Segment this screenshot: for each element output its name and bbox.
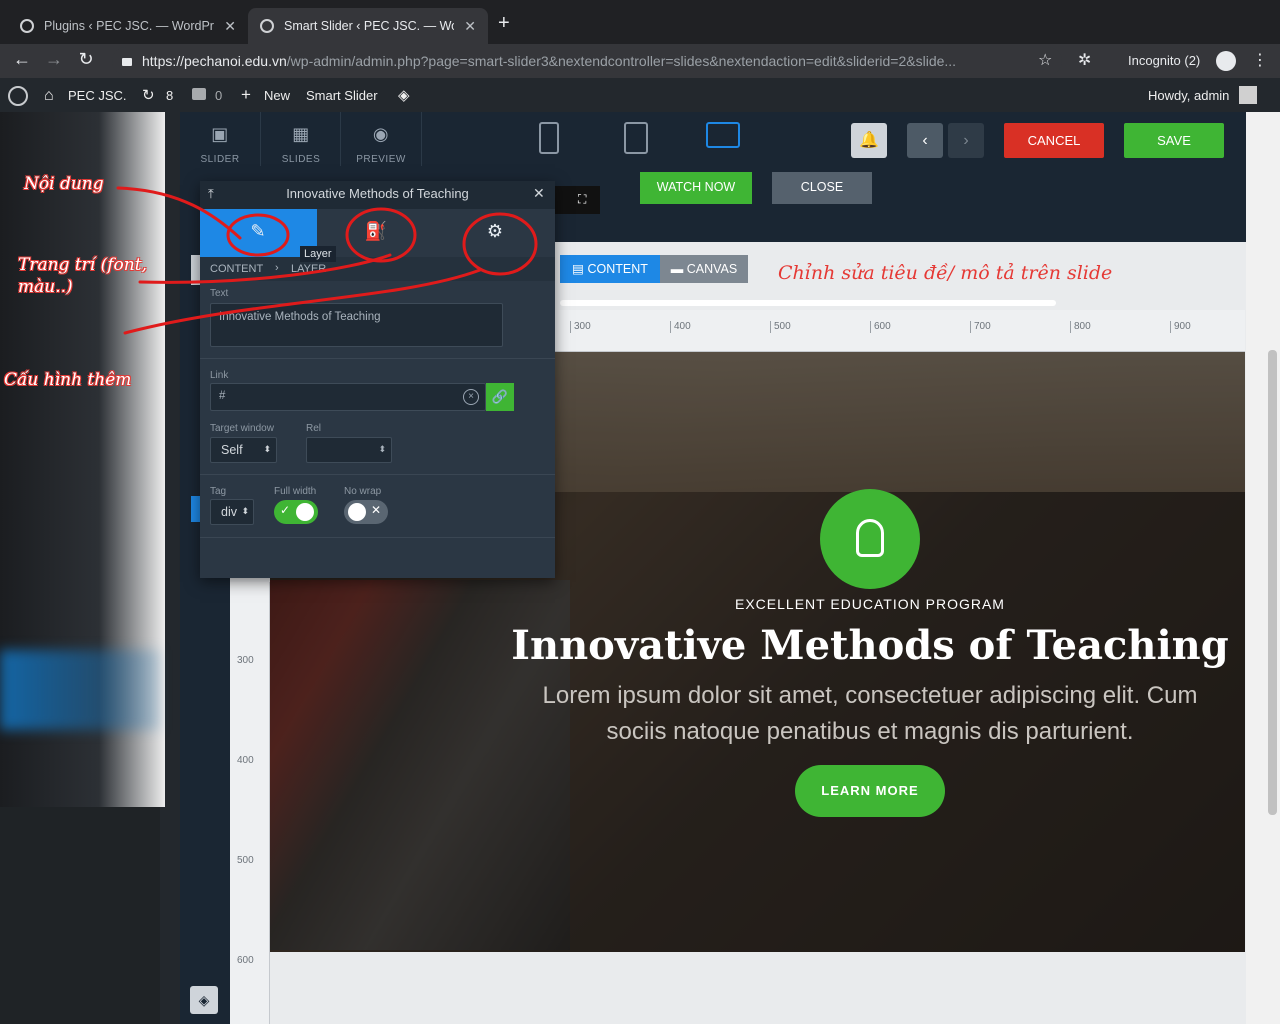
annotation-arrow-style (138, 253, 392, 284)
annotation-circle-gear (462, 212, 538, 276)
annotation-chinh-sua: Chỉnh sửa tiêu đề/ mô tả trên slide (778, 262, 1113, 284)
annotation-arrow-content (116, 186, 242, 240)
annotation-overlay (116, 186, 538, 335)
annotation-arrow-settings (123, 268, 482, 335)
annotation-circle-style (345, 207, 417, 263)
annotation-trang-tri: Trang trí (font, màu..) (18, 255, 147, 297)
annotation-cau-hinh: Cấu hình thêm (4, 370, 132, 390)
annotation-noi-dung: Nội dung (24, 174, 104, 194)
